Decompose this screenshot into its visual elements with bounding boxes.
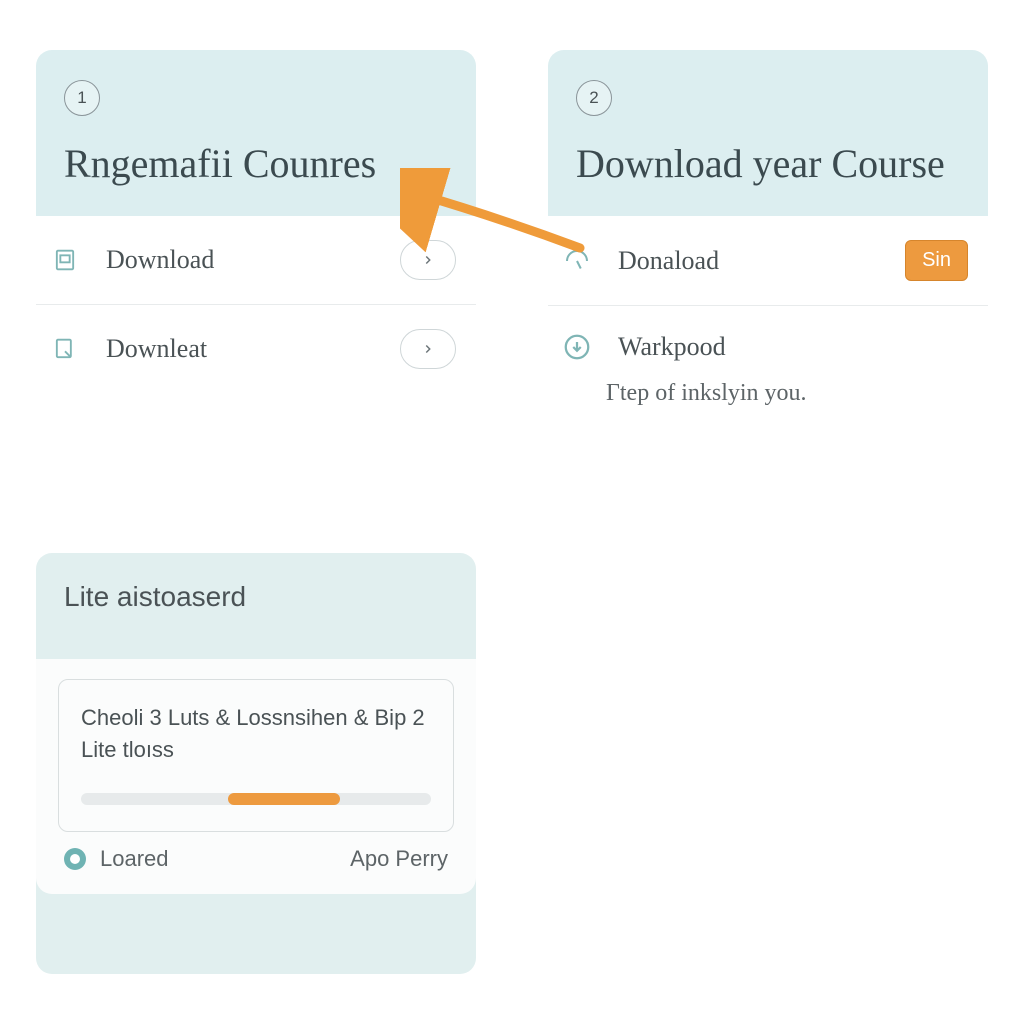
download-circle-icon xyxy=(560,330,594,364)
lite-card: Lite aistoaserd Cheoli 3 Luts & Lossnsih… xyxy=(36,553,476,974)
lite-content-text: Cheoli 3 Luts & Lossnsihen & Bip 2 Lite … xyxy=(81,702,431,766)
item-label: Download xyxy=(106,245,376,275)
file-icon xyxy=(48,332,82,366)
step-card-2: 2 Download year Course Donaload Sin Wark… xyxy=(548,50,988,503)
item-label: Downleat xyxy=(106,334,376,364)
item-label: Donaload xyxy=(618,246,881,276)
item-label: Warkpood xyxy=(618,332,968,362)
footer-right-label: Apo Perry xyxy=(350,846,448,872)
step-card-1: 1 Rngemafii Counres Download Downleat xyxy=(36,50,476,503)
card-title: Download year Course xyxy=(576,140,960,188)
list-item-downleat[interactable]: Downleat xyxy=(36,305,476,393)
item-subtext: Гtep of inkslyin you. xyxy=(606,380,988,407)
lite-body: Cheoli 3 Luts & Lossnsihen & Bip 2 Lite … xyxy=(36,659,476,895)
lite-title: Lite aistoaserd xyxy=(64,581,448,613)
lite-content-box: Cheoli 3 Luts & Lossnsihen & Bip 2 Lite … xyxy=(58,679,454,833)
list-item-warkpood[interactable]: Warkpood xyxy=(548,306,988,370)
progress-fill xyxy=(228,793,340,805)
chevron-right-icon[interactable] xyxy=(400,240,456,280)
hand-icon xyxy=(560,244,594,278)
list-item-download[interactable]: Download xyxy=(36,216,476,305)
list-item-donaload[interactable]: Donaload Sin xyxy=(548,216,988,306)
card-header: 2 Download year Course xyxy=(548,50,988,216)
card-title: Rngemafii Counres xyxy=(64,140,448,188)
step-badge: 2 xyxy=(576,80,612,116)
chevron-right-icon[interactable] xyxy=(400,329,456,369)
lite-header: Lite aistoaserd xyxy=(36,553,476,659)
progress-bar xyxy=(81,793,431,805)
footer-left-label: Loared xyxy=(100,846,336,872)
card-header: 1 Rngemafii Counres xyxy=(36,50,476,216)
card1-list: Download Downleat xyxy=(36,216,476,393)
document-icon xyxy=(48,243,82,277)
sin-button[interactable]: Sin xyxy=(905,240,968,281)
radio-icon[interactable] xyxy=(64,848,86,870)
card2-list: Donaload Sin Warkpood Гtep of inkslyin y… xyxy=(548,216,988,423)
step-badge: 1 xyxy=(64,80,100,116)
lite-footer: Loared Apo Perry xyxy=(58,832,454,878)
